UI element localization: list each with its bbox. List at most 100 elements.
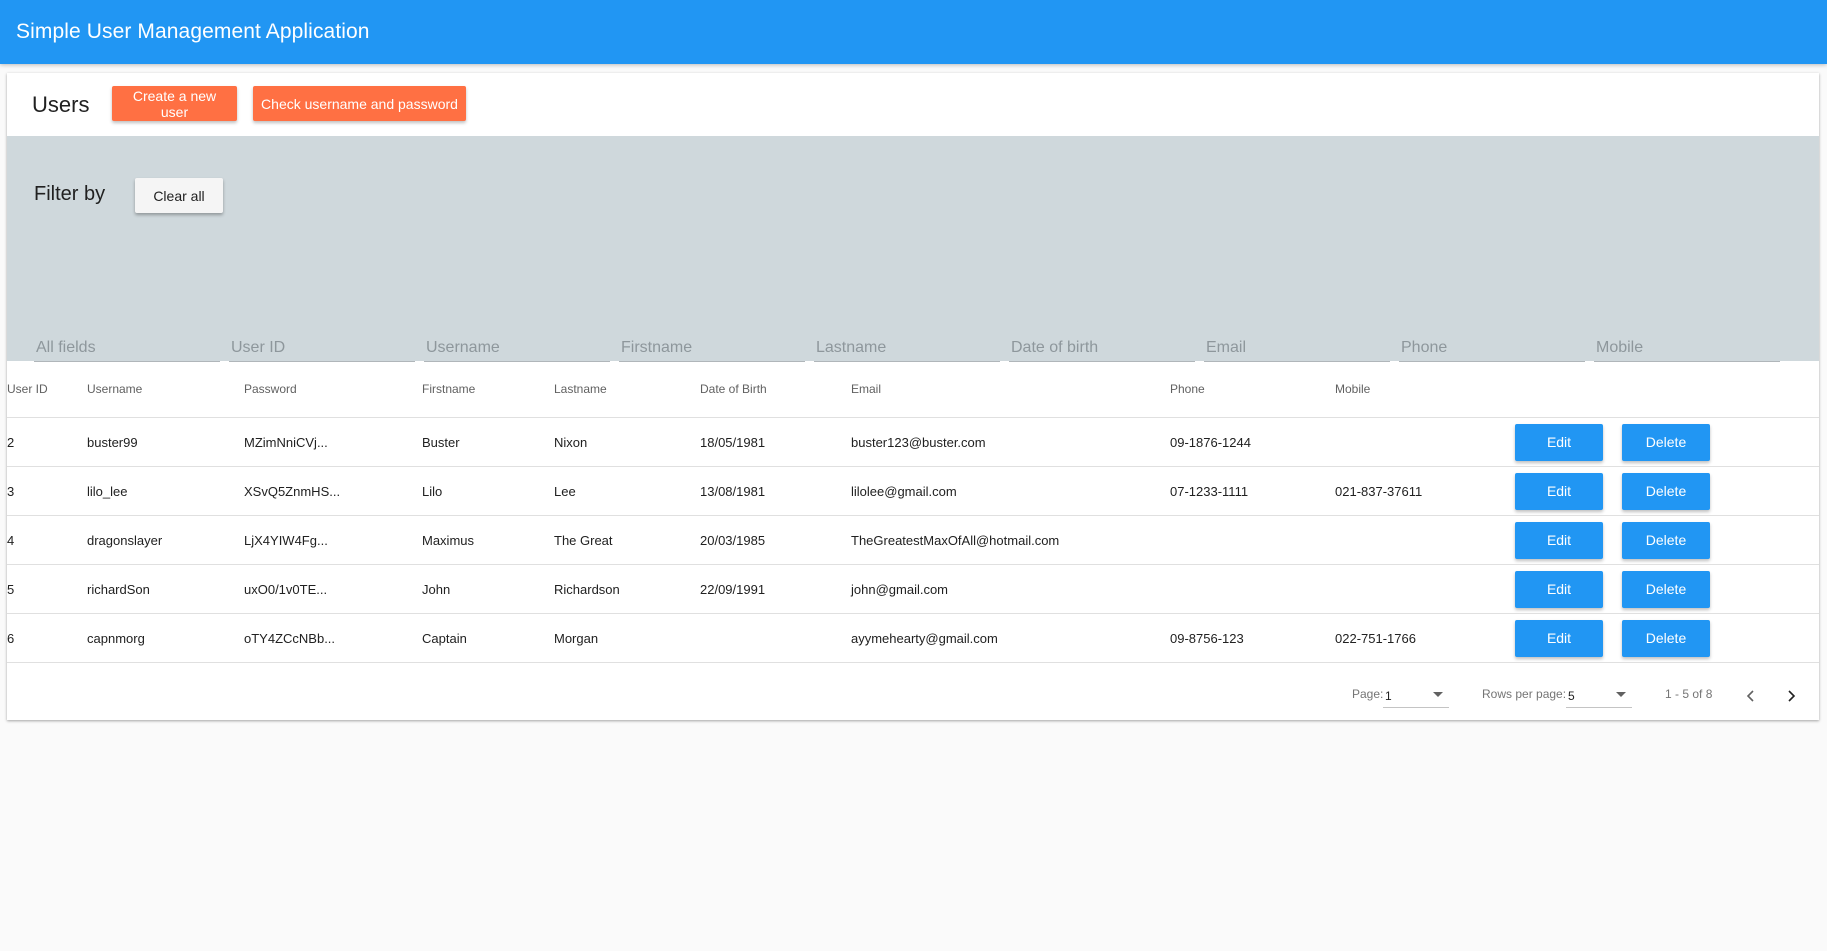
filter-all-fields-input[interactable] [34,334,220,362]
filter-firstname-input[interactable] [619,334,805,362]
column-header[interactable]: Username [87,361,244,418]
card-header: Users Create a new user Check username a… [7,73,1819,136]
filter-lastname-input[interactable] [814,334,1000,362]
delete-button[interactable]: Delete [1622,423,1710,461]
edit-button[interactable]: Edit [1515,472,1603,510]
edit-button[interactable]: Edit [1515,619,1603,657]
rows-per-page-select[interactable]: 5 [1566,683,1632,708]
clear-all-button[interactable]: Clear all [135,178,223,213]
cell-password: XSvQ5ZnmHS... [244,466,422,516]
delete-button[interactable]: Delete [1622,570,1710,608]
cell-email: buster123@buster.com [851,417,1170,467]
cell-mobile: 021-837-37611 [1335,466,1515,516]
cell-mobile [1335,564,1515,614]
filter-title: Filter by [34,183,106,205]
cell-phone: 09-8756-123 [1170,613,1335,663]
next-page-button[interactable] [1779,684,1803,708]
cell-delete: Delete [1622,466,1819,516]
edit-button[interactable]: Edit [1515,423,1603,461]
cell-phone [1170,564,1335,614]
table-row: 2 buster99 MZimNniCVj... Buster Nixon 18… [7,417,1819,467]
delete-button[interactable]: Delete [1622,619,1710,657]
table-row: 6 capnmorg oTY4ZCcNBb... Captain Morgan … [7,613,1819,663]
filter-date-of-birth [1009,334,1195,364]
page-title: Users [32,92,90,117]
column-header[interactable]: Mobile [1335,361,1515,418]
cell-firstname: Lilo [422,466,554,516]
delete-button[interactable]: Delete [1622,521,1710,559]
cell-date-of-birth: 20/03/1985 [700,515,851,565]
cell-edit: Edit [1515,466,1622,516]
users-card: Users Create a new user Check username a… [7,73,1819,720]
pagination-range: 1 - 5 of 8 [1665,687,1713,701]
page-select-value: 1 [1385,689,1392,703]
cell-user-id: 3 [7,466,87,516]
chevron-right-icon [1788,690,1796,702]
cell-firstname: Buster [422,417,554,467]
column-header-edit [1515,361,1622,418]
column-header[interactable]: Date of Birth [700,361,851,418]
cell-edit: Edit [1515,564,1622,614]
filter-mobile-input[interactable] [1594,334,1780,362]
filter-firstname [619,334,805,364]
column-header[interactable]: Email [851,361,1170,418]
delete-button[interactable]: Delete [1622,472,1710,510]
filter-email [1204,334,1390,364]
table-row: 4 dragonslayer LjX4YIW4Fg... Maximus The… [7,515,1819,565]
edit-button[interactable]: Edit [1515,570,1603,608]
cell-lastname: Morgan [554,613,700,663]
filter-user-id [229,334,415,364]
app-title: Simple User Management Application [16,20,370,43]
filter-phone-input[interactable] [1399,334,1585,362]
column-header[interactable]: Phone [1170,361,1335,418]
filter-mobile [1594,334,1780,364]
filter-lastname [814,334,1000,364]
page-label: Page: [1352,687,1384,701]
cell-email: ayymehearty@gmail.com [851,613,1170,663]
caret-down-icon [1433,692,1443,697]
cell-username: capnmorg [87,613,244,663]
cell-user-id: 2 [7,417,87,467]
cell-mobile [1335,515,1515,565]
cell-delete: Delete [1622,515,1819,565]
filter-user-id-input[interactable] [229,334,415,362]
cell-phone: 09-1876-1244 [1170,417,1335,467]
cell-email: lilolee@gmail.com [851,466,1170,516]
cell-edit: Edit [1515,613,1622,663]
cell-user-id: 6 [7,613,87,663]
cell-email: john@gmail.com [851,564,1170,614]
cell-mobile [1335,417,1515,467]
filter-date-of-birth-input[interactable] [1009,334,1195,362]
column-header[interactable]: Firstname [422,361,554,418]
cell-password: LjX4YIW4Fg... [244,515,422,565]
cell-delete: Delete [1622,613,1819,663]
cell-date-of-birth: 22/09/1991 [700,564,851,614]
cell-password: MZimNniCVj... [244,417,422,467]
filter-email-input[interactable] [1204,334,1390,362]
column-header[interactable]: Password [244,361,422,418]
edit-button[interactable]: Edit [1515,521,1603,559]
column-header[interactable]: User ID [7,361,87,418]
cell-username: dragonslayer [87,515,244,565]
rows-per-page-label: Rows per page: [1482,687,1567,701]
app-bar: Simple User Management Application [0,0,1827,64]
users-table: User ID Username Password Firstname Last… [7,361,1819,663]
rows-per-page-value: 5 [1568,689,1575,703]
cell-username: lilo_lee [87,466,244,516]
cell-email: TheGreatestMaxOfAll@hotmail.com [851,515,1170,565]
check-credentials-button[interactable]: Check username and password [253,86,466,121]
cell-lastname: Nixon [554,417,700,467]
cell-phone: 07-1233-1111 [1170,466,1335,516]
cell-date-of-birth: 13/08/1981 [700,466,851,516]
column-header[interactable]: Lastname [554,361,700,418]
page-select[interactable]: 1 [1383,683,1449,708]
filter-username-input[interactable] [424,334,610,362]
cell-firstname: Maximus [422,515,554,565]
table-header-row: User ID Username Password Firstname Last… [7,361,1819,418]
cell-edit: Edit [1515,417,1622,467]
cell-delete: Delete [1622,564,1819,614]
prev-page-button[interactable] [1739,684,1763,708]
filter-phone [1399,334,1585,364]
create-user-button[interactable]: Create a new user [112,86,237,121]
table-row: 3 lilo_lee XSvQ5ZnmHS... Lilo Lee 13/08/… [7,466,1819,516]
